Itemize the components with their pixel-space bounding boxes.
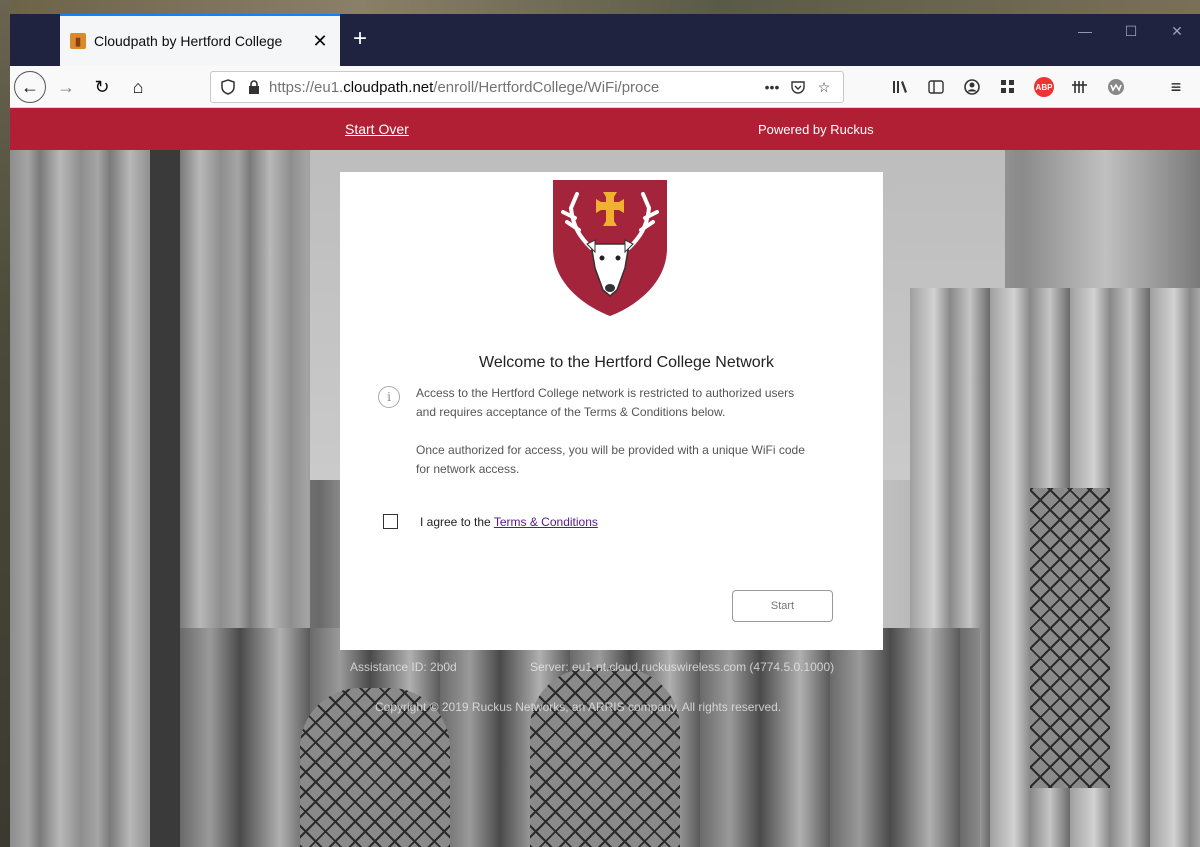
toolbar-icons: ABP [884, 71, 1136, 103]
desktop-background-top [0, 0, 1200, 14]
forward-button[interactable]: → [50, 71, 82, 103]
background-arched-window [530, 668, 680, 847]
minimize-button[interactable]: — [1062, 14, 1108, 48]
info-paragraph-access: Access to the Hertford College network i… [416, 386, 795, 419]
close-window-button[interactable]: ✕ [1154, 14, 1200, 48]
url-actions: ••• ☆ [759, 74, 837, 100]
hamburger-menu-icon: ≡ [1170, 76, 1182, 97]
window-controls: — ☐ ✕ [1062, 14, 1200, 48]
url-prefix: https://eu1. [269, 78, 344, 96]
info-icon: i [378, 386, 400, 408]
server-text: Server: eu1-nt.cloud.ruckuswireless.com … [530, 660, 835, 674]
tab-title: Cloudpath by Hertford College [94, 33, 283, 49]
extension-grid-icon[interactable] [992, 71, 1024, 103]
reload-button[interactable]: ↻ [86, 71, 118, 103]
terms-conditions-link[interactable]: Terms & Conditions [494, 515, 598, 529]
bookmark-star-icon[interactable]: ☆ [811, 74, 837, 100]
pocket-icon[interactable] [785, 74, 811, 100]
menu-button[interactable]: ≡ [1160, 71, 1192, 103]
new-tab-button[interactable]: + [345, 24, 375, 54]
page-header-bar: Start Over Powered by Ruckus [10, 108, 1200, 150]
copyright-text: Copyright © 2019 Ruckus Networks, an ARR… [375, 700, 782, 714]
arrow-right-icon: → [57, 76, 75, 97]
cloudpath-favicon-icon: ▮ [70, 33, 86, 49]
back-button[interactable]: ← [14, 71, 46, 103]
start-over-link[interactable]: Start Over [345, 121, 409, 137]
desktop-background-left [0, 0, 10, 847]
url-path: /enroll/HertfordCollege/WiFi/proce [433, 78, 660, 96]
start-button[interactable]: Start [732, 590, 833, 622]
page-actions-button[interactable]: ••• [759, 74, 785, 100]
agree-terms-checkbox[interactable] [383, 514, 398, 529]
background-drainpipe [150, 150, 180, 847]
reload-icon: ↻ [94, 76, 110, 97]
url-text[interactable]: https://eu1.cloudpath.net/enroll/Hertfor… [269, 79, 759, 96]
enrollment-card: Welcome to the Hertford College Network … [340, 172, 883, 650]
web-page: Start Over Powered by Ruckus Assistance … [10, 108, 1200, 847]
shield-icon[interactable] [217, 76, 239, 98]
info-paragraph-code: Once authorized for access, you will be … [416, 443, 805, 476]
extension-hash-icon[interactable] [1064, 71, 1096, 103]
home-icon: ⌂ [132, 76, 144, 97]
extension-wave-icon[interactable] [1100, 71, 1132, 103]
info-section: i Access to the Hertford College network… [378, 384, 816, 498]
account-icon[interactable] [956, 71, 988, 103]
tab-cloudpath[interactable]: ▮ Cloudpath by Hertford College ✕ [60, 14, 340, 66]
hertford-crest-logo [553, 180, 667, 316]
close-tab-icon[interactable]: ✕ [310, 31, 330, 51]
library-icon[interactable] [884, 71, 916, 103]
terms-agreement-row: I agree to the Terms & Conditions [383, 514, 598, 529]
adblock-plus-icon[interactable]: ABP [1028, 71, 1060, 103]
url-bar[interactable]: https://eu1.cloudpath.net/enroll/Hertfor… [210, 71, 844, 103]
welcome-title: Welcome to the Hertford College Network [479, 354, 774, 371]
navigation-toolbar: ← → ↻ ⌂ https://eu1.cloudpath.net/enroll… [10, 66, 1200, 108]
lock-icon[interactable] [243, 76, 265, 98]
maximize-button[interactable]: ☐ [1108, 14, 1154, 48]
home-button[interactable]: ⌂ [122, 71, 154, 103]
background-tall-window [1030, 488, 1110, 788]
assistance-id-text: Assistance ID: 2b0d [350, 660, 457, 674]
sidebar-icon[interactable] [920, 71, 952, 103]
url-domain: cloudpath.net [343, 78, 434, 96]
powered-by-text: Powered by Ruckus [758, 122, 874, 137]
info-text: Access to the Hertford College network i… [416, 384, 816, 498]
agree-prefix: I agree to the [420, 514, 494, 529]
agree-label: I agree to the Terms & Conditions [420, 515, 598, 529]
arrow-left-icon: ← [21, 76, 39, 97]
tab-bar: ▮ Cloudpath by Hertford College ✕ + — ☐ … [10, 14, 1200, 66]
browser-window: ▮ Cloudpath by Hertford College ✕ + — ☐ … [10, 14, 1200, 847]
